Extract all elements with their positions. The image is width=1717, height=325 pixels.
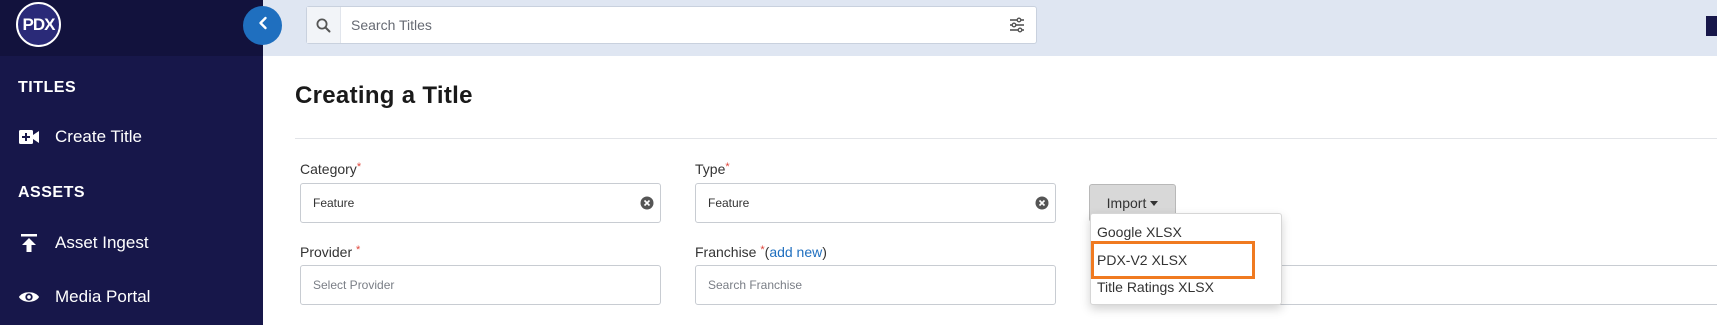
chevron-left-icon [257, 16, 269, 35]
sidebar-item-media-portal[interactable]: Media Portal [18, 286, 150, 308]
import-button-label: Import [1106, 195, 1147, 211]
add-new-franchise-link[interactable]: add new [769, 244, 822, 260]
category-select[interactable]: Feature [300, 183, 661, 223]
page-title: Creating a Title [295, 82, 473, 109]
type-label: Type* [695, 161, 730, 177]
franchise-label: Franchise *(add new) [695, 244, 827, 260]
menu-icon[interactable] [1706, 16, 1717, 36]
section-title-assets: ASSETS [18, 184, 86, 201]
section-title-titles: TITLES [18, 79, 77, 96]
clear-icon[interactable] [640, 196, 654, 210]
sidebar-header: PDX [0, 0, 263, 56]
divider [295, 138, 1717, 139]
type-select[interactable]: Feature [695, 183, 1056, 223]
clear-icon[interactable] [1035, 196, 1049, 210]
caret-down-icon [1150, 200, 1159, 206]
sidebar-item-label: Media Portal [55, 287, 151, 306]
sidebar-collapse-button[interactable] [243, 6, 282, 45]
upload-icon [18, 232, 40, 254]
eye-icon [18, 286, 40, 308]
highlight-box [1091, 241, 1255, 279]
sidebar-item-label: Create Title [55, 127, 142, 146]
menu-item-google-xlsx[interactable]: Google XLSX [1097, 224, 1182, 240]
search-input[interactable] [341, 7, 981, 43]
sidebar-item-asset-ingest[interactable]: Asset Ingest [18, 232, 149, 254]
required-mark: * [725, 161, 730, 173]
menu-item-title-ratings-xlsx[interactable]: Title Ratings XLSX [1097, 279, 1214, 295]
sidebar: PDX TITLES Create Title ASSETS Asset Ing… [0, 0, 263, 325]
type-label-text: Type [695, 161, 726, 177]
category-label: Category* [300, 161, 361, 177]
required-mark: * [356, 161, 362, 173]
provider-select[interactable]: Select Provider [300, 265, 661, 305]
search-bar [306, 6, 1037, 44]
sidebar-item-create-title[interactable]: Create Title [18, 126, 142, 148]
franchise-search-input[interactable]: Search Franchise [695, 265, 1056, 305]
franchise-placeholder: Search Franchise [708, 278, 803, 292]
video-add-icon [18, 126, 40, 148]
provider-label-text: Provider [300, 244, 353, 260]
franchise-label-text: Franchise [695, 244, 757, 260]
required-mark: * [356, 244, 361, 256]
category-label-text: Category [300, 161, 357, 177]
text-field[interactable] [1280, 265, 1717, 305]
search-icon [307, 7, 341, 43]
sidebar-item-label: Asset Ingest [55, 233, 149, 252]
category-value: Feature [313, 196, 355, 210]
provider-placeholder: Select Provider [313, 278, 395, 292]
filter-sliders-icon[interactable] [1008, 16, 1026, 34]
type-value: Feature [708, 196, 750, 210]
add-new-close-paren: ) [822, 244, 827, 260]
app-logo[interactable]: PDX [16, 2, 61, 47]
provider-label: Provider * [300, 244, 360, 260]
